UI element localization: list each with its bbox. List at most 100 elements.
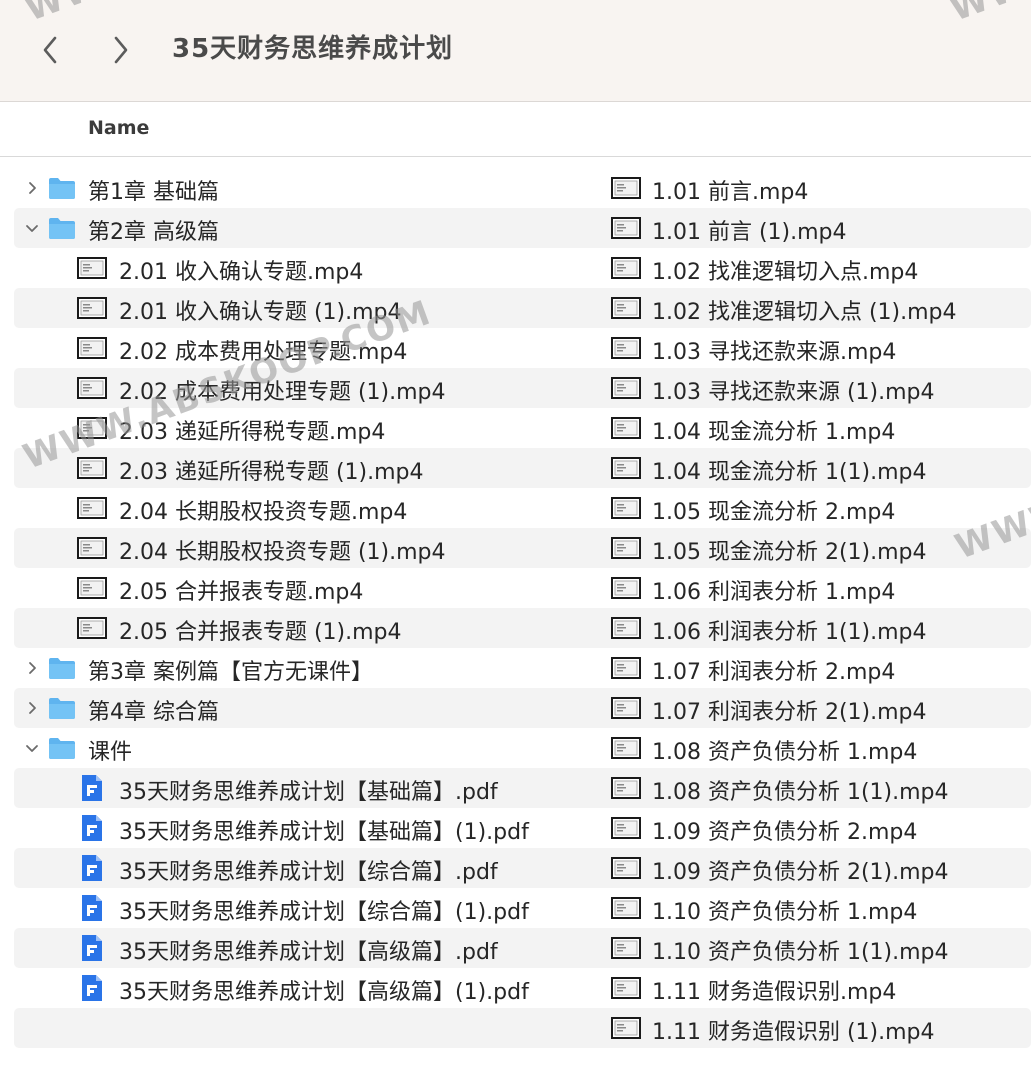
video-file-row[interactable]: 2.03 递延所得税专题.mp4 <box>0 408 600 448</box>
video-file-row[interactable]: 1.05 现金流分析 2(1).mp4 <box>600 528 1031 568</box>
video-file-row[interactable]: 1.07 利润表分析 2.mp4 <box>600 648 1031 688</box>
video-file-row[interactable]: 1.09 资产负债分析 2(1).mp4 <box>600 848 1031 888</box>
folder-label: 第1章 基础篇 <box>88 180 219 205</box>
video-file-row[interactable]: 2.01 收入确认专题 (1).mp4 <box>0 288 600 328</box>
folder-icon <box>47 735 77 761</box>
file-label: 1.03 寻找还款来源.mp4 <box>652 340 897 365</box>
folder-row[interactable]: 第2章 高级篇 <box>0 208 600 248</box>
chevron-right-icon[interactable] <box>24 700 40 716</box>
video-file-icon <box>611 377 641 399</box>
video-file-row[interactable]: 2.04 长期股权投资专题.mp4 <box>0 488 600 528</box>
video-file-row[interactable]: 1.03 寻找还款来源 (1).mp4 <box>600 368 1031 408</box>
folder-label: 课件 <box>88 740 133 765</box>
video-file-row[interactable]: 1.08 资产负债分析 1.mp4 <box>600 728 1031 768</box>
video-file-row[interactable]: 2.05 合并报表专题.mp4 <box>0 568 600 608</box>
back-button[interactable] <box>35 30 65 70</box>
folder-row[interactable]: 第4章 综合篇 <box>0 688 600 728</box>
forward-button[interactable] <box>106 30 136 70</box>
video-file-row[interactable]: 1.10 资产负债分析 1(1).mp4 <box>600 928 1031 968</box>
video-file-icon <box>611 817 641 839</box>
folder-icon <box>47 175 77 201</box>
video-file-row[interactable]: 2.02 成本费用处理专题.mp4 <box>0 328 600 368</box>
folder-row[interactable]: 第1章 基础篇 <box>0 168 600 208</box>
video-file-row[interactable]: 1.04 现金流分析 1.mp4 <box>600 408 1031 448</box>
window-title: 35天财务思维养成计划 <box>172 34 454 64</box>
video-file-row[interactable]: 1.07 利润表分析 2(1).mp4 <box>600 688 1031 728</box>
file-label: 1.06 利润表分析 1.mp4 <box>652 580 896 605</box>
video-file-row[interactable]: 2.04 长期股权投资专题 (1).mp4 <box>0 528 600 568</box>
chevron-right-icon[interactable] <box>24 660 40 676</box>
pdf-file-row[interactable]: 35天财务思维养成计划【高级篇】.pdf <box>0 928 600 968</box>
chevron-down-icon[interactable] <box>24 220 40 236</box>
folder-label: 第4章 综合篇 <box>88 700 219 725</box>
video-file-row[interactable]: 2.02 成本费用处理专题 (1).mp4 <box>0 368 600 408</box>
video-file-row[interactable]: 1.11 财务造假识别.mp4 <box>600 968 1031 1008</box>
video-file-row[interactable]: 1.05 现金流分析 2.mp4 <box>600 488 1031 528</box>
video-file-icon <box>77 257 107 279</box>
file-label: 1.05 现金流分析 2.mp4 <box>652 500 896 525</box>
video-file-icon <box>611 657 641 679</box>
pdf-file-icon <box>80 933 104 963</box>
file-label: 2.04 长期股权投资专题 (1).mp4 <box>119 540 446 565</box>
video-file-row[interactable]: 2.01 收入确认专题.mp4 <box>0 248 600 288</box>
file-label: 1.05 现金流分析 2(1).mp4 <box>652 540 927 565</box>
video-file-icon <box>611 457 641 479</box>
video-file-icon <box>77 457 107 479</box>
pdf-file-row[interactable]: 35天财务思维养成计划【基础篇】.pdf <box>0 768 600 808</box>
video-file-icon <box>77 417 107 439</box>
folder-label: 第2章 高级篇 <box>88 220 219 245</box>
video-file-icon <box>611 897 641 919</box>
column-header: Name <box>0 102 1031 157</box>
chevron-down-icon[interactable] <box>24 740 40 756</box>
file-label: 1.07 利润表分析 2.mp4 <box>652 660 896 685</box>
video-file-icon <box>611 937 641 959</box>
pdf-file-row[interactable]: 35天财务思维养成计划【综合篇】.pdf <box>0 848 600 888</box>
file-label: 35天财务思维养成计划【高级篇】.pdf <box>119 940 498 965</box>
video-file-icon <box>611 777 641 799</box>
folder-icon <box>47 695 77 721</box>
video-file-icon <box>611 537 641 559</box>
file-label: 2.03 递延所得税专题 (1).mp4 <box>119 460 424 485</box>
file-label: 1.02 找准逻辑切入点.mp4 <box>652 260 919 285</box>
file-label: 1.02 找准逻辑切入点 (1).mp4 <box>652 300 957 325</box>
video-file-row[interactable]: 1.06 利润表分析 1(1).mp4 <box>600 608 1031 648</box>
file-label: 2.05 合并报表专题 (1).mp4 <box>119 620 402 645</box>
file-label: 2.01 收入确认专题 (1).mp4 <box>119 300 402 325</box>
file-label: 2.01 收入确认专题.mp4 <box>119 260 364 285</box>
video-file-row[interactable]: 1.03 寻找还款来源.mp4 <box>600 328 1031 368</box>
video-file-row[interactable]: 1.01 前言.mp4 <box>600 168 1031 208</box>
video-file-row[interactable]: 1.06 利润表分析 1.mp4 <box>600 568 1031 608</box>
file-label: 1.01 前言 (1).mp4 <box>652 220 847 245</box>
file-label: 2.04 长期股权投资专题.mp4 <box>119 500 408 525</box>
video-file-row[interactable]: 2.03 递延所得税专题 (1).mp4 <box>0 448 600 488</box>
video-file-row[interactable]: 1.10 资产负债分析 1.mp4 <box>600 888 1031 928</box>
folder-row[interactable]: 课件 <box>0 728 600 768</box>
video-file-icon <box>611 257 641 279</box>
video-file-row[interactable]: 1.04 现金流分析 1(1).mp4 <box>600 448 1031 488</box>
name-column-header[interactable]: Name <box>88 117 149 139</box>
video-file-row[interactable]: 1.01 前言 (1).mp4 <box>600 208 1031 248</box>
file-label: 35天财务思维养成计划【综合篇】.pdf <box>119 860 498 885</box>
video-file-row[interactable]: 1.11 财务造假识别 (1).mp4 <box>600 1008 1031 1048</box>
file-label: 2.02 成本费用处理专题 (1).mp4 <box>119 380 446 405</box>
chevron-right-icon[interactable] <box>24 180 40 196</box>
video-file-icon <box>611 417 641 439</box>
file-label: 2.05 合并报表专题.mp4 <box>119 580 364 605</box>
pdf-file-row[interactable]: 35天财务思维养成计划【基础篇】(1).pdf <box>0 808 600 848</box>
video-file-row[interactable]: 1.08 资产负债分析 1(1).mp4 <box>600 768 1031 808</box>
folder-icon <box>47 215 77 241</box>
pdf-file-row[interactable]: 35天财务思维养成计划【综合篇】(1).pdf <box>0 888 600 928</box>
video-file-icon <box>611 697 641 719</box>
file-label: 1.08 资产负债分析 1.mp4 <box>652 740 918 765</box>
video-file-row[interactable]: 1.02 找准逻辑切入点.mp4 <box>600 248 1031 288</box>
folder-row[interactable]: 第3章 案例篇【官方无课件】 <box>0 648 600 688</box>
file-label: 35天财务思维养成计划【综合篇】(1).pdf <box>119 900 529 925</box>
video-file-icon <box>77 497 107 519</box>
pdf-file-row[interactable]: 35天财务思维养成计划【高级篇】(1).pdf <box>0 968 600 1008</box>
video-file-row[interactable]: 1.02 找准逻辑切入点 (1).mp4 <box>600 288 1031 328</box>
folder-icon <box>47 655 77 681</box>
video-file-row[interactable]: 1.09 资产负债分析 2.mp4 <box>600 808 1031 848</box>
video-file-icon <box>611 177 641 199</box>
video-file-row[interactable]: 2.05 合并报表专题 (1).mp4 <box>0 608 600 648</box>
chevron-left-icon <box>43 36 57 64</box>
